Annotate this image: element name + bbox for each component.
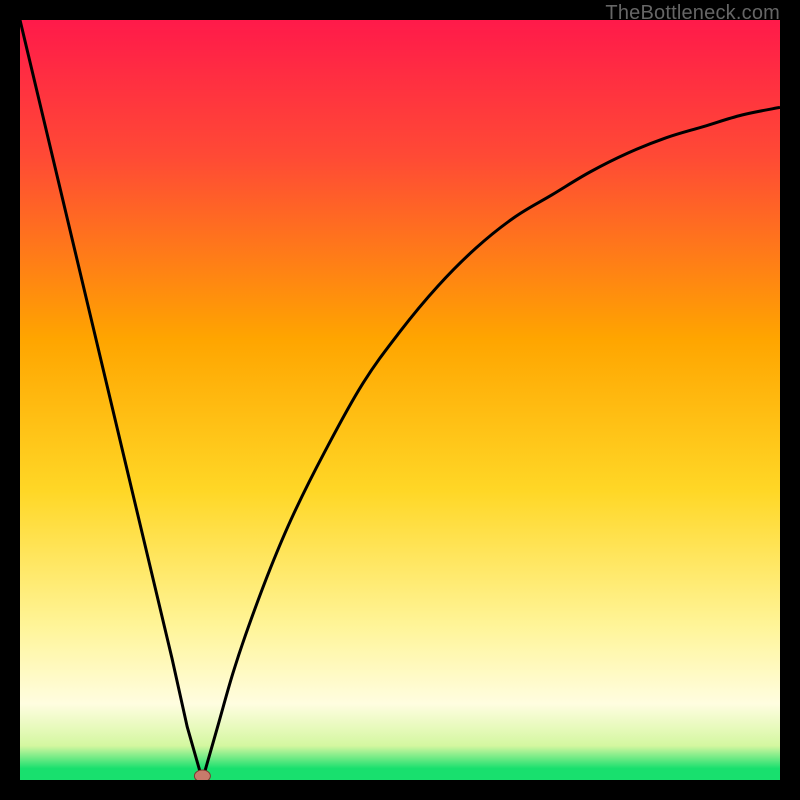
chart-svg [20, 20, 780, 780]
minimum-point-marker [194, 770, 210, 780]
gradient-background [20, 20, 780, 780]
chart-frame [20, 20, 780, 780]
